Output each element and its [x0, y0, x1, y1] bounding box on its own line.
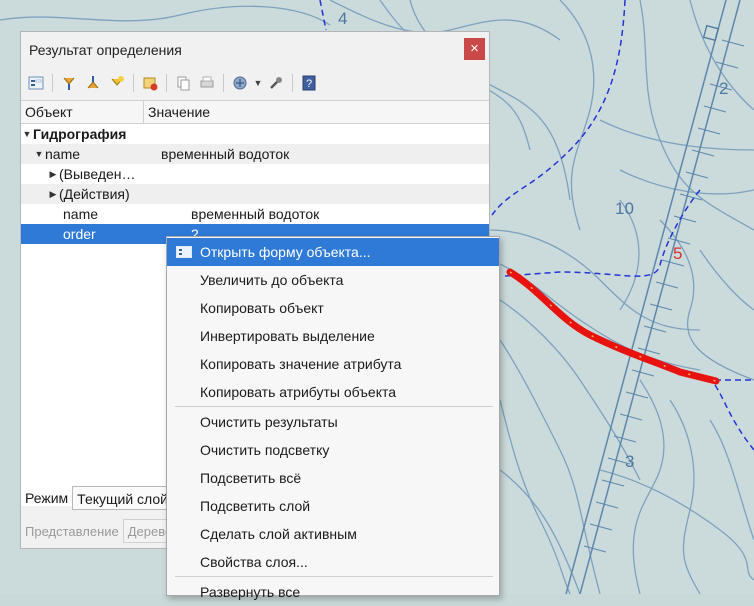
tree-row-label: (Действия)	[59, 186, 130, 202]
menu-item-highlight-layer[interactable]: Подсветить слой	[167, 492, 499, 520]
tree-row-actions[interactable]: ▶ (Действия)	[21, 184, 489, 204]
menu-item-layer-properties[interactable]: Свойства слоя...	[167, 548, 499, 576]
menu-item-open-form[interactable]: Открыть форму объекта...	[167, 238, 499, 266]
menu-item-copy-attribute-value[interactable]: Копировать значение атрибута	[167, 350, 499, 378]
map-label-3: 3	[625, 452, 634, 471]
expander-down-icon[interactable]: ▼	[33, 149, 45, 159]
tree-row-derived[interactable]: ▶ (Выведен…	[21, 164, 489, 184]
expander-right-icon[interactable]: ▶	[47, 189, 59, 200]
map-label-4: 4	[338, 9, 347, 28]
menu-item-zoom-to-feature[interactable]: Увеличить до объекта	[167, 266, 499, 294]
panel-title: Результат определения	[29, 42, 182, 58]
tree-header: Объект Значение	[21, 101, 489, 124]
dropdown-icon[interactable]: ▼	[253, 72, 263, 94]
mode-label: Режим	[25, 490, 69, 506]
menu-item-clear-highlights[interactable]: Очистить подсветку	[167, 436, 499, 464]
menu-item-invert-selection[interactable]: Инвертировать выделение	[167, 322, 499, 350]
identify-mode-icon[interactable]	[229, 72, 251, 94]
map-label-5: 5	[673, 244, 682, 263]
collapse-tree-icon[interactable]	[82, 72, 104, 94]
map-label-10: 10	[615, 199, 634, 218]
print-icon[interactable]	[196, 72, 218, 94]
help-icon[interactable]: ?	[298, 72, 320, 94]
toolbar: ▼ ?	[21, 68, 489, 98]
view-row: Представление Дерево	[25, 519, 172, 543]
close-button[interactable]: ×	[464, 38, 485, 60]
tree-row-layer[interactable]: ▼ Гидрография	[21, 124, 489, 144]
tree-row-label: name	[45, 146, 81, 162]
form-view-icon[interactable]	[25, 72, 47, 94]
expand-new-icon[interactable]	[106, 72, 128, 94]
menu-item-copy-feature-attributes[interactable]: Копировать атрибуты объекта	[167, 378, 499, 406]
tree-row-feature[interactable]: ▼ name временный водоток	[21, 144, 489, 164]
menu-item-copy-feature[interactable]: Копировать объект	[167, 294, 499, 322]
expander-down-icon[interactable]: ▼	[21, 129, 33, 139]
menu-item-clear-results[interactable]: Очистить результаты	[167, 408, 499, 436]
expander-right-icon[interactable]: ▶	[47, 169, 59, 180]
tree-row-value: временный водоток	[161, 146, 290, 162]
menu-item-activate-layer[interactable]: Сделать слой активным	[167, 520, 499, 548]
settings-icon[interactable]	[265, 72, 287, 94]
form-icon	[176, 246, 192, 258]
tree-row-label: (Выведен…	[59, 166, 136, 182]
mode-select[interactable]: Текущий слой	[72, 486, 173, 510]
tree-row-attribute-name[interactable]: name временный водоток	[21, 204, 489, 224]
menu-separator	[175, 576, 493, 577]
tree-row-label: name	[63, 206, 99, 222]
menu-item-expand-all[interactable]: Развернуть все	[167, 578, 499, 606]
menu-separator	[175, 406, 493, 407]
map-label-2: 2	[719, 79, 728, 98]
context-menu: Открыть форму объекта... Увеличить до об…	[166, 236, 500, 600]
mode-row: Режим Текущий слой	[25, 485, 173, 511]
svg-text:?: ?	[306, 78, 312, 90]
menu-item-highlight-all[interactable]: Подсветить всё	[167, 464, 499, 492]
copy-feature-icon[interactable]	[172, 72, 194, 94]
view-label: Представление	[25, 523, 119, 539]
tree-row-value: временный водоток	[191, 206, 320, 222]
tree-row-label: Гидрография	[33, 126, 127, 142]
column-header-value[interactable]: Значение	[144, 101, 210, 123]
clear-results-icon[interactable]	[139, 72, 161, 94]
tree-row-label: order	[63, 226, 96, 242]
column-header-object[interactable]: Объект	[21, 101, 144, 123]
expand-tree-icon[interactable]	[58, 72, 80, 94]
view-select[interactable]: Дерево	[122, 519, 172, 543]
